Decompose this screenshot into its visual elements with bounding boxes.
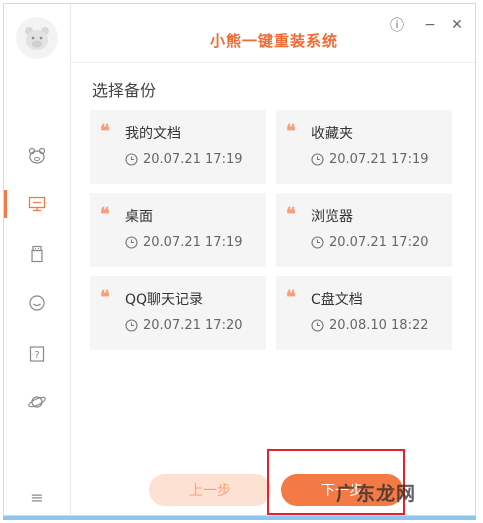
sidebar-item-help[interactable]: ? (4, 338, 70, 370)
backup-time: 20.07.21 17:19 (329, 152, 429, 167)
backup-card-browser[interactable]: ❝ 浏览器 20.07.21 17:20 (276, 193, 452, 267)
planet-icon (28, 396, 46, 408)
monitor-icon (28, 196, 46, 212)
backup-time: 20.07.21 17:20 (329, 235, 429, 250)
sidebar: ? ≡ (4, 4, 71, 515)
bear-logo-icon (25, 27, 49, 50)
window-bottom-edge (3, 516, 476, 520)
backup-name: 我的文档 (125, 126, 181, 142)
close-button[interactable]: ✕ (448, 16, 466, 34)
backup-name: 收藏夹 (311, 126, 353, 142)
watermark: 广东龙网 (336, 483, 417, 505)
clock-icon (311, 236, 324, 249)
backup-time-row: 20.07.21 17:20 (125, 318, 243, 333)
quote-icon: ❝ (100, 121, 110, 142)
backup-name: 浏览器 (311, 209, 353, 225)
backup-card-qq-chat[interactable]: ❝ QQ聊天记录 20.07.21 17:20 (90, 276, 266, 350)
backup-time-row: 20.07.21 17:19 (311, 152, 429, 167)
help-icon: ? (29, 346, 45, 362)
backup-time: 20.08.10 18:22 (329, 318, 429, 333)
backup-name: 桌面 (125, 209, 153, 225)
backup-card-desktop[interactable]: ❝ 桌面 20.07.21 17:19 (90, 193, 266, 267)
previous-step-button[interactable]: 上一步 (149, 474, 271, 506)
sidebar-item-planet[interactable] (4, 386, 70, 418)
sidebar-item-usb[interactable] (4, 238, 70, 270)
backup-time-row: 20.07.21 17:19 (125, 235, 243, 250)
section-title: 选择备份 (92, 81, 157, 100)
header-divider (71, 62, 475, 63)
menu-icon[interactable]: ≡ (26, 488, 48, 507)
backup-card-c-drive[interactable]: ❝ C盘文档 20.08.10 18:22 (276, 276, 452, 350)
backup-time: 20.07.21 17:20 (143, 318, 243, 333)
backup-name: C盘文档 (311, 292, 363, 308)
bear-face-icon (28, 147, 46, 164)
svg-text:?: ? (34, 350, 39, 361)
sidebar-item-bear[interactable] (4, 140, 70, 172)
quote-icon: ❝ (286, 121, 296, 142)
quote-icon: ❝ (286, 204, 296, 225)
minimize-button[interactable]: − (421, 16, 439, 34)
backup-card-documents[interactable]: ❝ 我的文档 20.07.21 17:19 (90, 110, 266, 184)
chat-bubble-icon (29, 295, 45, 311)
usb-drive-icon (31, 245, 43, 263)
app-logo (16, 17, 58, 59)
app-window: ? ≡ 小熊一键重装系统 ⓘ − ✕ 选择备份 ❝ 我的文档 20.07.21 … (3, 3, 476, 516)
quote-icon: ❝ (100, 287, 110, 308)
backup-name: QQ聊天记录 (125, 292, 204, 308)
clock-icon (311, 153, 324, 166)
backup-time: 20.07.21 17:19 (143, 152, 243, 167)
quote-icon: ❝ (100, 204, 110, 225)
backup-time-row: 20.07.21 17:19 (125, 152, 243, 167)
clock-icon (125, 153, 138, 166)
backup-time: 20.07.21 17:19 (143, 235, 243, 250)
backup-card-favorites[interactable]: ❝ 收藏夹 20.07.21 17:19 (276, 110, 452, 184)
sidebar-item-backup[interactable] (4, 188, 70, 220)
clock-icon (311, 319, 324, 332)
clock-icon (125, 236, 138, 249)
info-icon[interactable]: ⓘ (388, 16, 406, 34)
backup-time-row: 20.08.10 18:22 (311, 318, 429, 333)
quote-icon: ❝ (286, 287, 296, 308)
sidebar-item-chat[interactable] (4, 287, 70, 319)
clock-icon (125, 319, 138, 332)
backup-time-row: 20.07.21 17:20 (311, 235, 429, 250)
app-title: 小熊一键重装系统 (209, 32, 338, 50)
